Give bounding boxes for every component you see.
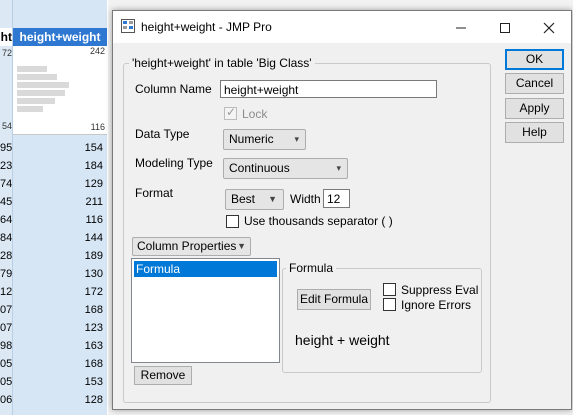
thousands-separator-label: Use thousands separator ( ) bbox=[244, 214, 393, 228]
lock-label: Lock bbox=[242, 107, 268, 121]
left-hist-top: 72 bbox=[1, 48, 12, 58]
table-cell[interactable]: 98 bbox=[0, 337, 12, 355]
table-cell[interactable]: 05 bbox=[0, 355, 12, 373]
ignore-errors-label: Ignore Errors bbox=[401, 298, 472, 312]
hist-max-label: 242 bbox=[89, 46, 105, 56]
apply-button[interactable]: Apply bbox=[505, 98, 564, 119]
ignore-errors-checkbox[interactable] bbox=[383, 298, 396, 311]
modeling-type-select[interactable]: Continuous ▾ bbox=[223, 158, 348, 179]
remove-button[interactable]: Remove bbox=[134, 366, 192, 385]
jmp-app-icon bbox=[121, 19, 135, 33]
table-cell[interactable]: 168 bbox=[13, 301, 103, 319]
table-cell[interactable]: 23 bbox=[0, 157, 12, 175]
hist-bar bbox=[17, 106, 43, 112]
column-properties-menu[interactable]: Column Properties ▼ bbox=[132, 237, 251, 256]
ok-button[interactable]: OK bbox=[505, 49, 564, 70]
group-title: 'height+weight' in table 'Big Class' bbox=[129, 56, 315, 70]
table-cell[interactable]: 172 bbox=[13, 283, 103, 301]
data-type-label: Data Type bbox=[135, 127, 190, 141]
height-weight-column-header[interactable]: height+weight bbox=[13, 28, 107, 46]
checkmark-icon: ✓ bbox=[226, 105, 237, 119]
table-cell[interactable]: 130 bbox=[13, 265, 103, 283]
table-cell[interactable]: 153 bbox=[13, 373, 103, 391]
suppress-eval-checkbox[interactable] bbox=[383, 283, 396, 296]
chevron-down-icon: ▾ bbox=[294, 134, 299, 144]
lock-checkbox[interactable]: ✓ bbox=[224, 105, 237, 120]
formula-group-title: Formula bbox=[286, 261, 337, 275]
chevron-down-icon: ▾ bbox=[336, 163, 341, 173]
table-cell[interactable]: 211 bbox=[13, 193, 103, 211]
properties-listbox[interactable]: Formula bbox=[131, 258, 280, 363]
format-select[interactable]: Best ▼ bbox=[225, 189, 284, 210]
table-cell[interactable]: 06 bbox=[0, 391, 12, 409]
format-label: Format bbox=[135, 186, 174, 200]
left-column: ht 72 54 95 23 74 45 64 84 28 79 12 07 07 98 05 05 06 bbox=[0, 0, 13, 415]
modeling-type-value: Continuous bbox=[229, 161, 290, 175]
column-name-label: Column Name bbox=[135, 82, 212, 96]
table-cell[interactable]: 168 bbox=[13, 355, 103, 373]
maximize-icon bbox=[500, 23, 510, 34]
column-info-dialog: height+weight - JMP Pro 'height+weight' … bbox=[112, 10, 572, 410]
minimize-icon bbox=[456, 27, 466, 29]
table-cell[interactable]: 84 bbox=[0, 229, 12, 247]
table-cell[interactable]: 07 bbox=[0, 319, 12, 337]
list-item-formula[interactable]: Formula bbox=[134, 261, 277, 277]
table-cell[interactable]: 07 bbox=[0, 301, 12, 319]
table-cell[interactable]: 128 bbox=[13, 391, 103, 409]
column-properties-label: Column Properties bbox=[137, 239, 237, 253]
height-weight-column: height+weight 242 116 154 184 129 211 116 144… bbox=[13, 0, 107, 415]
column-name-field[interactable]: height+weight bbox=[220, 80, 437, 98]
column-histogram: 242 116 bbox=[13, 46, 107, 135]
data-type-select[interactable]: Numeric ▾ bbox=[223, 129, 306, 150]
table-cell[interactable]: 05 bbox=[0, 373, 12, 391]
hist-bar bbox=[17, 66, 47, 72]
table-cell[interactable]: 64 bbox=[0, 211, 12, 229]
help-button[interactable]: Help bbox=[505, 122, 564, 143]
dialog-titlebar[interactable]: height+weight - JMP Pro bbox=[113, 11, 571, 43]
close-icon bbox=[543, 22, 555, 34]
left-column-header[interactable]: ht bbox=[0, 28, 12, 46]
chevron-down-icon: ▼ bbox=[268, 194, 277, 204]
table-cell[interactable]: 12 bbox=[0, 283, 12, 301]
hist-min-label: 116 bbox=[90, 122, 105, 132]
dialog-title: height+weight - JMP Pro bbox=[141, 20, 272, 34]
width-field[interactable]: 12 bbox=[323, 189, 350, 208]
table-cell[interactable]: 45 bbox=[0, 193, 12, 211]
modeling-type-label: Modeling Type bbox=[135, 156, 213, 170]
format-value: Best bbox=[231, 192, 256, 206]
table-cell[interactable]: 95 bbox=[0, 139, 12, 157]
hist-bar bbox=[17, 90, 65, 96]
table-cell[interactable]: 74 bbox=[0, 175, 12, 193]
left-hist-bottom: 54 bbox=[1, 121, 12, 131]
table-cell[interactable]: 163 bbox=[13, 337, 103, 355]
table-cell[interactable]: 79 bbox=[0, 265, 12, 283]
hist-bar bbox=[17, 74, 57, 80]
cancel-button[interactable]: Cancel bbox=[505, 73, 564, 94]
formula-expression: height + weight bbox=[295, 332, 390, 348]
edit-formula-button[interactable]: Edit Formula bbox=[297, 289, 371, 310]
table-cell[interactable]: 28 bbox=[0, 247, 12, 265]
table-cell[interactable]: 116 bbox=[13, 211, 103, 229]
hist-bar bbox=[17, 98, 55, 104]
maximize-button[interactable] bbox=[483, 11, 527, 43]
table-cell[interactable]: 184 bbox=[13, 157, 103, 175]
table-cell[interactable]: 154 bbox=[13, 139, 103, 157]
thousands-separator-checkbox[interactable] bbox=[226, 215, 239, 228]
minimize-button[interactable] bbox=[439, 11, 483, 43]
table-cell[interactable]: 129 bbox=[13, 175, 103, 193]
close-button[interactable] bbox=[527, 11, 571, 43]
width-label: Width bbox=[290, 192, 321, 206]
hist-bar bbox=[17, 82, 69, 88]
suppress-eval-label: Suppress Eval bbox=[401, 283, 479, 297]
data-type-value: Numeric bbox=[229, 132, 274, 146]
table-cell[interactable]: 189 bbox=[13, 247, 103, 265]
table-cell[interactable]: 123 bbox=[13, 319, 103, 337]
table-cell[interactable]: 144 bbox=[13, 229, 103, 247]
chevron-down-icon: ▼ bbox=[237, 241, 246, 251]
